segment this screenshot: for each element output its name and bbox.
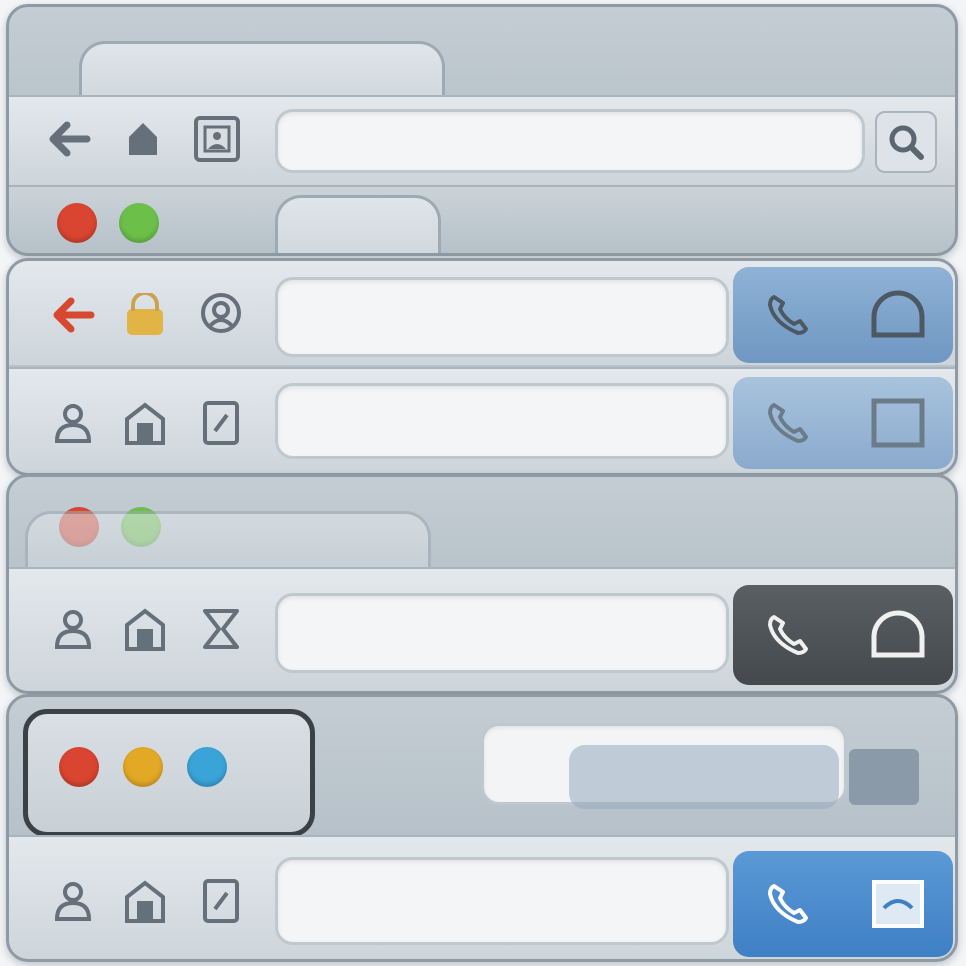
tab-strip — [9, 185, 955, 253]
document-icon[interactable] — [197, 877, 245, 925]
phone-icon[interactable] — [756, 872, 820, 936]
close-dot[interactable] — [57, 203, 97, 243]
home-icon[interactable] — [121, 877, 169, 925]
user-icon[interactable] — [49, 877, 97, 925]
browser-tab[interactable] — [25, 511, 431, 574]
browser-window-1 — [6, 4, 958, 256]
toolbar — [9, 835, 955, 959]
minimize-dot[interactable] — [123, 747, 163, 787]
back-arrow-icon[interactable] — [45, 115, 93, 163]
dome-icon[interactable] — [866, 283, 930, 347]
overlay-panel — [569, 745, 839, 809]
toolbar — [9, 95, 955, 185]
search-button[interactable] — [875, 111, 937, 173]
address-input[interactable] — [275, 383, 729, 459]
avatar-icon[interactable] — [197, 291, 245, 339]
action-panel — [733, 585, 953, 685]
home-icon[interactable] — [121, 605, 169, 653]
browser-window-5 — [6, 474, 958, 694]
image-icon[interactable] — [866, 872, 930, 936]
hourglass-icon[interactable] — [197, 605, 245, 653]
address-input[interactable] — [275, 857, 729, 945]
browser-window-3 — [6, 258, 958, 476]
square-icon[interactable] — [866, 391, 930, 455]
maximize-dot[interactable] — [187, 747, 227, 787]
square-icon[interactable] — [849, 749, 919, 805]
maximize-dot[interactable] — [119, 203, 159, 243]
back-arrow-icon[interactable] — [49, 291, 97, 339]
phone-icon[interactable] — [756, 283, 820, 347]
browser-tab[interactable] — [275, 195, 441, 253]
address-input[interactable] — [275, 593, 729, 673]
toolbar — [9, 367, 955, 473]
home-icon[interactable] — [119, 115, 167, 163]
search-icon — [889, 125, 924, 160]
phone-icon[interactable] — [756, 603, 820, 667]
toolbar — [9, 567, 955, 691]
toolbar — [9, 261, 955, 365]
action-panel — [733, 851, 953, 957]
browser-window-6 — [6, 694, 958, 962]
address-input[interactable] — [275, 109, 865, 173]
close-dot[interactable] — [59, 747, 99, 787]
phone-icon[interactable] — [756, 391, 820, 455]
action-panel — [733, 267, 953, 363]
document-icon[interactable] — [197, 399, 245, 447]
lock-icon[interactable] — [121, 291, 169, 339]
home-icon[interactable] — [121, 399, 169, 447]
user-icon[interactable] — [49, 399, 97, 447]
address-input[interactable] — [275, 277, 729, 357]
user-icon[interactable] — [49, 605, 97, 653]
action-panel — [733, 377, 953, 469]
dome-icon[interactable] — [866, 603, 930, 667]
picture-icon[interactable] — [193, 115, 241, 163]
